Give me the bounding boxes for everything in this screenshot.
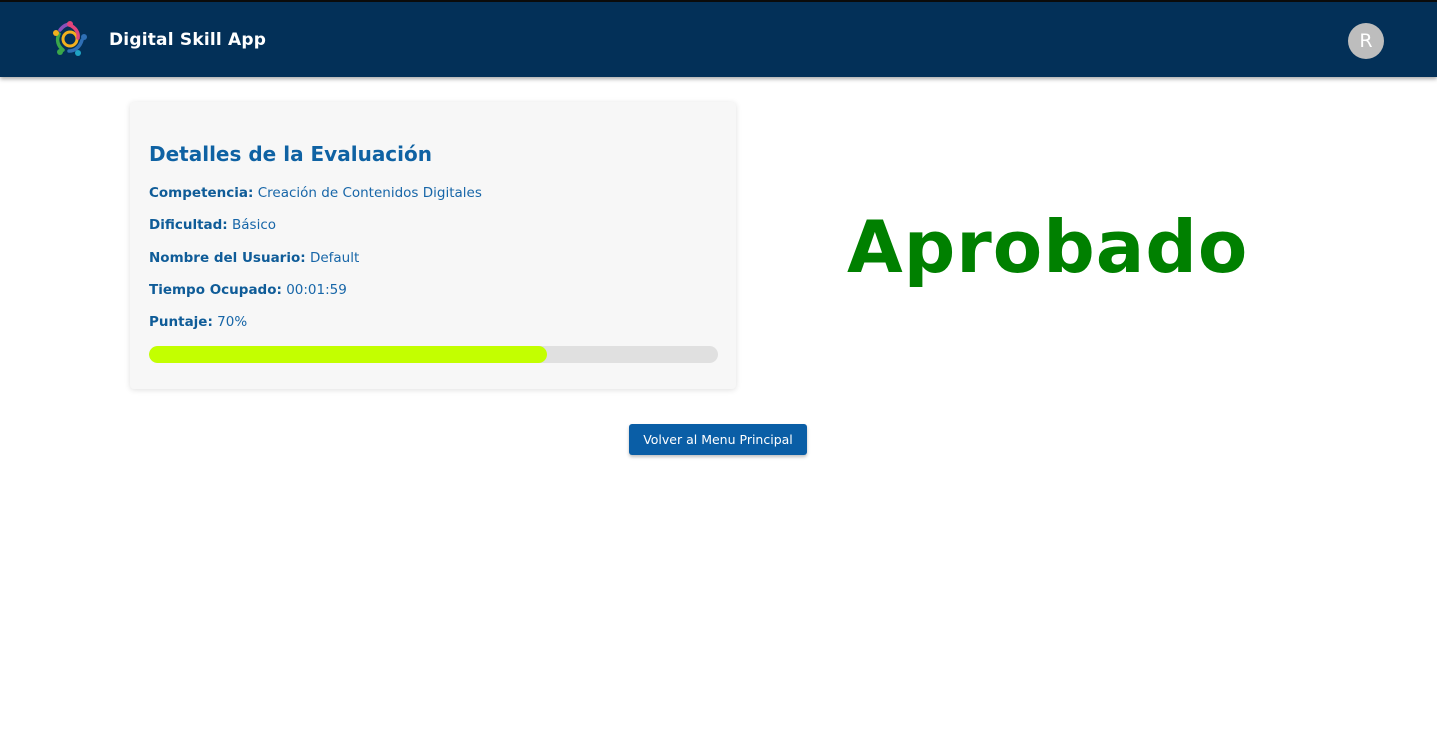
score-progress-fill — [149, 346, 548, 363]
app-logo-icon — [53, 21, 87, 56]
detail-label: Competencia: — [149, 185, 254, 201]
detail-row-usuario: Nombre del Usuario: Default — [149, 250, 359, 266]
detail-label: Dificultad: — [149, 217, 228, 233]
evaluation-details-card: Detalles de la Evaluación Competencia: C… — [130, 102, 736, 389]
top-app-bar: Digital Skill App R — [0, 0, 1437, 77]
detail-row-dificultad: Dificultad: Básico — [149, 217, 276, 233]
result-status: Aprobado — [847, 205, 1249, 289]
detail-label: Tiempo Ocupado: — [149, 282, 282, 298]
detail-label: Puntaje: — [149, 314, 213, 330]
user-avatar[interactable]: R — [1348, 23, 1384, 59]
app-title: Digital Skill App — [109, 30, 267, 50]
detail-row-competencia: Competencia: Creación de Contenidos Digi… — [149, 185, 482, 201]
detail-value: 70% — [217, 314, 248, 330]
detail-row-tiempo: Tiempo Ocupado: 00:01:59 — [149, 282, 347, 298]
detail-value: Básico — [232, 217, 277, 233]
detail-value: Creación de Contenidos Digitales — [257, 185, 482, 201]
detail-row-puntaje: Puntaje: 70% — [149, 314, 247, 330]
detail-value: 00:01:59 — [286, 282, 347, 298]
detail-label: Nombre del Usuario: — [149, 250, 306, 266]
back-to-main-menu-button[interactable]: Volver al Menu Principal — [629, 424, 807, 455]
card-title: Detalles de la Evaluación — [149, 142, 432, 166]
score-progress-bar — [149, 346, 718, 363]
detail-value: Default — [309, 250, 360, 266]
